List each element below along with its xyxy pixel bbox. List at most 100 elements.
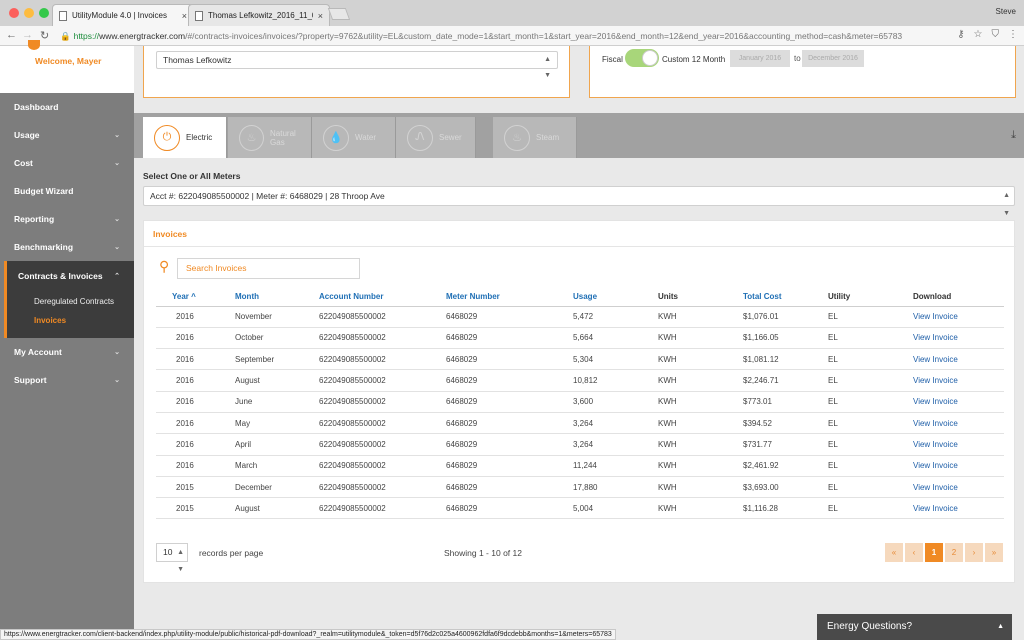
table-row: 2015 December 622049085500002 6468029 17,880… — [156, 476, 1004, 499]
fiscal-custom-toggle[interactable] — [625, 49, 659, 67]
select-arrows-icon: ▲ ▼ — [177, 549, 184, 573]
sidebar-item-contracts-invoices[interactable]: Contracts & Invoices ⌃ — [7, 261, 134, 291]
url-field[interactable]: 🔒 https://www.energtracker.com/#/contract… — [60, 28, 960, 44]
column-header-usage[interactable]: Usage — [569, 288, 654, 307]
column-header-month[interactable]: Month — [231, 288, 315, 307]
utility-tab-bar: ⏻ Electric ♨ Natural Gas 💧 Water Ꮑ Sewer… — [134, 113, 1024, 158]
extension-icon[interactable]: ⛉ — [992, 29, 1000, 40]
key-icon[interactable]: ⚷ — [957, 29, 964, 40]
tab-water[interactable]: 💧 Water — [312, 117, 396, 158]
minimize-window-button[interactable] — [24, 8, 34, 18]
view-invoice-link[interactable]: View Invoice — [909, 412, 1004, 435]
tab-steam[interactable]: ♨ Steam — [493, 117, 577, 158]
date-filter-panel: Fiscal Custom 12 Month January 2016 to D… — [589, 46, 1016, 98]
cell-year: 2016 — [156, 327, 231, 350]
cell-meter-number: 6468029 — [442, 306, 569, 328]
view-invoice-link[interactable]: View Invoice — [909, 327, 1004, 350]
view-invoice-link[interactable]: View Invoice — [909, 348, 1004, 371]
sidebar-item-benchmarking[interactable]: Benchmarking ⌄ — [0, 233, 134, 261]
sidebar-group-contracts: Contracts & Invoices ⌃ Deregulated Contra… — [4, 261, 134, 338]
search-input[interactable]: Search Invoices — [177, 258, 360, 279]
view-invoice-link[interactable]: View Invoice — [909, 391, 1004, 413]
menu-icon[interactable]: ⋮ — [1008, 29, 1018, 40]
cell-account-number: 622049085500002 — [315, 455, 442, 477]
start-date-field[interactable]: January 2016 — [730, 50, 790, 67]
sidebar-item-usage[interactable]: Usage ⌄ — [0, 121, 134, 149]
back-arrow-icon[interactable]: ← — [6, 29, 17, 41]
pagination: « ‹ 1 2 › » — [885, 543, 1003, 562]
cell-month: April — [231, 433, 315, 456]
chevron-down-icon: ⌄ — [114, 244, 120, 251]
column-header-total-cost[interactable]: Total Cost — [739, 288, 824, 307]
close-tab-icon[interactable]: × — [182, 11, 187, 21]
view-invoice-link[interactable]: View Invoice — [909, 306, 1004, 328]
column-header-meter-number[interactable]: Meter Number — [442, 288, 569, 307]
logo — [28, 40, 40, 50]
sidebar-item-reporting[interactable]: Reporting ⌄ — [0, 205, 134, 233]
cell-usage: 3,600 — [569, 391, 654, 413]
cell-month: October — [231, 327, 315, 350]
sidebar-subitem-deregulated-contracts[interactable]: Deregulated Contracts — [7, 291, 134, 311]
view-invoice-link[interactable]: View Invoice — [909, 455, 1004, 477]
tab-electric[interactable]: ⏻ Electric — [143, 117, 227, 158]
view-invoice-link[interactable]: View Invoice — [909, 497, 1004, 520]
first-page-button[interactable]: « — [885, 543, 903, 562]
close-window-button[interactable] — [9, 8, 19, 18]
cell-total-cost: $394.52 — [739, 412, 824, 435]
view-invoice-link[interactable]: View Invoice — [909, 369, 1004, 392]
divider — [144, 246, 1016, 247]
energy-questions-widget[interactable]: Energy Questions? ▲ — [817, 614, 1012, 640]
end-date-field[interactable]: December 2016 — [802, 50, 864, 67]
reload-icon[interactable]: ↻ — [40, 29, 49, 42]
cell-units: KWH — [654, 306, 739, 328]
cell-utility: EL — [824, 391, 909, 413]
chevron-down-icon: ⌄ — [114, 160, 120, 167]
sidebar-item-support[interactable]: Support ⌄ — [0, 366, 134, 394]
view-invoice-link[interactable]: View Invoice — [909, 476, 1004, 499]
cell-utility: EL — [824, 433, 909, 456]
cell-units: KWH — [654, 433, 739, 456]
sidebar-item-dashboard[interactable]: Dashboard — [0, 93, 134, 121]
cell-account-number: 622049085500002 — [315, 369, 442, 392]
steam-icon: ♨ — [504, 124, 530, 151]
download-icon[interactable]: ⤓ — [1011, 129, 1016, 142]
meter-select[interactable]: Acct #: 622049085500002 | Meter #: 64680… — [143, 186, 1015, 217]
sidebar-item-budget-wizard[interactable]: Budget Wizard — [0, 177, 134, 205]
cell-total-cost: $1,116.28 — [739, 497, 824, 520]
previous-page-button[interactable]: ‹ — [905, 543, 923, 562]
chevron-down-icon: ⌄ — [114, 132, 120, 139]
maximize-window-button[interactable] — [39, 8, 49, 18]
next-page-button[interactable]: › — [965, 543, 983, 562]
last-page-button[interactable]: » — [985, 543, 1003, 562]
column-header-year[interactable]: Year ^ — [156, 288, 231, 307]
cell-total-cost: $1,166.05 — [739, 327, 824, 350]
close-tab-icon[interactable]: × — [318, 11, 323, 21]
cell-usage: 17,880 — [569, 476, 654, 499]
tab-label: UtilityModule 4.0 | Invoices — [72, 11, 168, 20]
cell-year: 2016 — [156, 306, 231, 328]
column-header-account-number[interactable]: Account Number — [315, 288, 442, 307]
cell-usage: 5,004 — [569, 497, 654, 520]
select-arrows-icon: ▲ ▼ — [544, 56, 551, 79]
cell-total-cost: $2,246.71 — [739, 369, 824, 392]
new-tab-button[interactable] — [327, 8, 351, 20]
sidebar-item-cost[interactable]: Cost ⌄ — [0, 149, 134, 177]
records-per-page-select[interactable]: 10 ▲ ▼ — [156, 543, 188, 573]
sidebar-item-my-account[interactable]: My Account ⌄ — [0, 338, 134, 366]
page-2-button[interactable]: 2 — [945, 543, 963, 562]
column-header-units: Units — [654, 288, 739, 307]
cell-account-number: 622049085500002 — [315, 391, 442, 413]
star-icon[interactable]: ☆ — [974, 29, 983, 40]
browser-tab-invoices[interactable]: UtilityModule 4.0 | Invoices × — [52, 4, 194, 26]
browser-tab-pdf[interactable]: Thomas Lefkowitz_2016_11_0 × — [188, 4, 330, 26]
profile-name[interactable]: Steve — [996, 7, 1016, 16]
cell-usage: 5,472 — [569, 306, 654, 328]
view-invoice-link[interactable]: View Invoice — [909, 433, 1004, 456]
tab-sewer[interactable]: Ꮑ Sewer — [396, 117, 476, 158]
property-select[interactable]: Thomas Lefkowitz ▲ ▼ — [156, 51, 558, 79]
sidebar-subitem-invoices[interactable]: Invoices — [7, 311, 134, 330]
tab-natural-gas[interactable]: ♨ Natural Gas — [228, 117, 312, 158]
page-1-button[interactable]: 1 — [925, 543, 943, 562]
invoices-panel: Invoices ⚲ Search Invoices Year ^ Month … — [143, 220, 1016, 583]
drop-icon: 💧 — [323, 124, 349, 151]
